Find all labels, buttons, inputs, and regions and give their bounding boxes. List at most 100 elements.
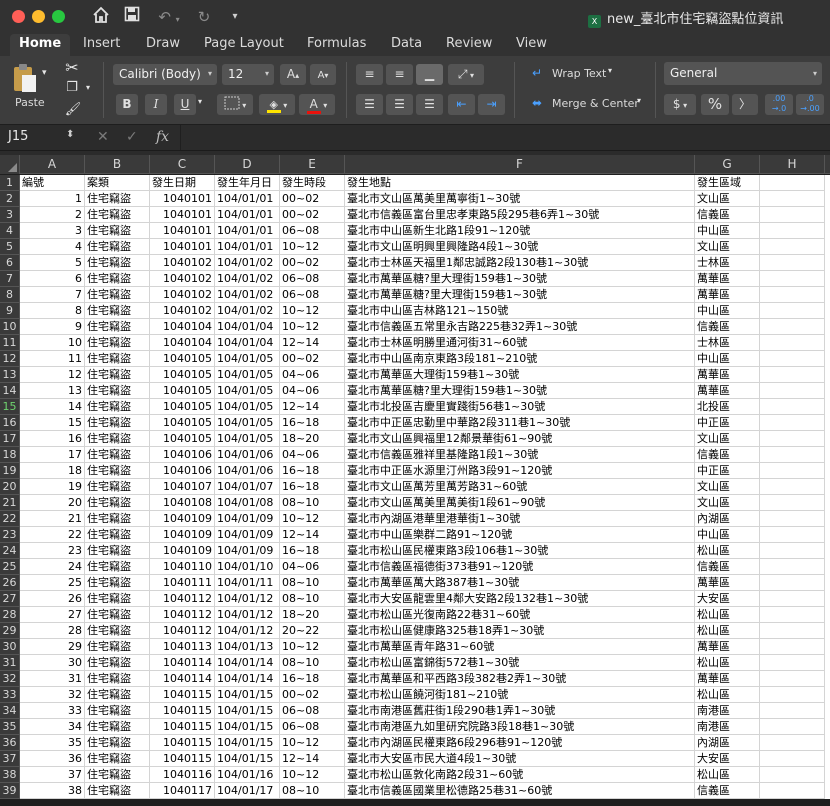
row-header[interactable]: 37 [0, 751, 20, 767]
tab-data[interactable]: Data [382, 34, 431, 56]
row-header[interactable]: 21 [0, 495, 20, 511]
cell-ymd[interactable]: 104/01/02 [215, 287, 280, 303]
cell-district[interactable]: 信義區 [695, 319, 760, 335]
cell-date[interactable]: 1040101 [150, 191, 215, 207]
row-header[interactable]: 31 [0, 655, 20, 671]
cell-district[interactable]: 南港區 [695, 719, 760, 735]
row-header[interactable]: 3 [0, 207, 20, 223]
cell-empty[interactable] [760, 719, 825, 735]
cell-id[interactable]: 23 [20, 543, 85, 559]
cell-date[interactable]: 1040104 [150, 319, 215, 335]
bold-button[interactable]: B [116, 94, 138, 115]
row-header[interactable]: 7 [0, 271, 20, 287]
wrap-text-button[interactable]: Wrap Text [552, 67, 606, 80]
cell-ymd[interactable]: 104/01/14 [215, 655, 280, 671]
cell-case-type[interactable]: 住宅竊盜 [85, 527, 150, 543]
cell-district[interactable]: 中正區 [695, 463, 760, 479]
cell-district[interactable]: 萬華區 [695, 383, 760, 399]
row-header[interactable]: 9 [0, 303, 20, 319]
cell-location[interactable]: 臺北市士林區天福里1鄰忠誠路2段130巷1~30號 [345, 255, 695, 271]
cell-district[interactable]: 中正區 [695, 415, 760, 431]
row-header[interactable]: 36 [0, 735, 20, 751]
cell-location[interactable]: 臺北市中山區樂群二路91~120號 [345, 527, 695, 543]
cell-id[interactable]: 33 [20, 703, 85, 719]
cell-time-slot[interactable]: 10~12 [280, 767, 345, 783]
cell-id[interactable]: 15 [20, 415, 85, 431]
cell-district[interactable]: 信義區 [695, 207, 760, 223]
cell-district[interactable]: 士林區 [695, 255, 760, 271]
cell-case-type[interactable]: 住宅竊盜 [85, 767, 150, 783]
cell-time-slot[interactable]: 06~08 [280, 287, 345, 303]
tab-home[interactable]: Home [10, 34, 71, 56]
cell-case-type[interactable]: 住宅竊盜 [85, 591, 150, 607]
cell-location[interactable]: 臺北市中正區水源里汀州路3段91~120號 [345, 463, 695, 479]
cell-case-type[interactable]: 住宅竊盜 [85, 671, 150, 687]
cell-location[interactable]: 臺北市中山區南京東路3段181~210號 [345, 351, 695, 367]
cell-empty[interactable] [760, 239, 825, 255]
row-header[interactable]: 13 [0, 367, 20, 383]
cell-location[interactable]: 臺北市文山區萬芳里萬芳路31~60號 [345, 479, 695, 495]
cell-date[interactable]: 1040112 [150, 591, 215, 607]
cell-ymd[interactable]: 發生年月日 [215, 175, 280, 191]
cell-empty[interactable] [760, 543, 825, 559]
merge-center-dropdown-icon[interactable]: ▾ [637, 96, 641, 105]
cell-location[interactable]: 臺北市萬華區糖?里大理街159巷1~30號 [345, 383, 695, 399]
cell-ymd[interactable]: 104/01/05 [215, 383, 280, 399]
cell-case-type[interactable]: 住宅竊盜 [85, 207, 150, 223]
increase-indent-button[interactable]: ⇥ [478, 94, 505, 115]
row-header[interactable]: 30 [0, 639, 20, 655]
cell-ymd[interactable]: 104/01/15 [215, 703, 280, 719]
font-color-button[interactable]: A ▾ [299, 94, 335, 115]
cell-empty[interactable] [760, 255, 825, 271]
cell-ymd[interactable]: 104/01/05 [215, 351, 280, 367]
cell-empty[interactable] [760, 751, 825, 767]
cell-location[interactable]: 臺北市中山區吉林路121~150號 [345, 303, 695, 319]
cell-ymd[interactable]: 104/01/15 [215, 751, 280, 767]
row-header[interactable]: 38 [0, 767, 20, 783]
cell-ymd[interactable]: 104/01/02 [215, 255, 280, 271]
cell-case-type[interactable]: 住宅竊盜 [85, 623, 150, 639]
cell-ymd[interactable]: 104/01/04 [215, 319, 280, 335]
cell-district[interactable]: 松山區 [695, 655, 760, 671]
cell-date[interactable]: 1040115 [150, 703, 215, 719]
home-icon[interactable] [90, 6, 112, 28]
cell-date[interactable]: 1040113 [150, 639, 215, 655]
cell-time-slot[interactable]: 10~12 [280, 639, 345, 655]
cell-case-type[interactable]: 住宅竊盜 [85, 703, 150, 719]
column-header-e[interactable]: E [280, 155, 345, 174]
row-header[interactable]: 20 [0, 479, 20, 495]
redo-icon[interactable]: ↻ [194, 6, 214, 28]
number-format-dropdown[interactable]: General ▾ [664, 62, 822, 85]
cell-location[interactable]: 臺北市文山區興福里12鄰景華街61~90號 [345, 431, 695, 447]
cell-time-slot[interactable]: 04~06 [280, 447, 345, 463]
cell-date[interactable]: 1040104 [150, 335, 215, 351]
cell-id[interactable]: 18 [20, 463, 85, 479]
cell-date[interactable]: 1040116 [150, 767, 215, 783]
decrease-font-size-button[interactable]: A▾ [310, 64, 336, 85]
cell-date[interactable]: 1040115 [150, 735, 215, 751]
column-header-d[interactable]: D [215, 155, 280, 174]
merge-center-button[interactable]: Merge & Center [552, 97, 639, 110]
cell-id[interactable]: 14 [20, 399, 85, 415]
italic-button[interactable]: I [145, 94, 167, 115]
cell-district[interactable]: 萬華區 [695, 671, 760, 687]
cell-empty[interactable] [760, 175, 825, 191]
tab-draw[interactable]: Draw [137, 34, 189, 56]
cell-case-type[interactable]: 住宅竊盜 [85, 783, 150, 799]
align-left-button[interactable]: ☰ [356, 94, 383, 115]
cell-id[interactable]: 19 [20, 479, 85, 495]
cell-time-slot[interactable]: 00~02 [280, 687, 345, 703]
cell-district[interactable]: 信義區 [695, 447, 760, 463]
cell-id[interactable]: 26 [20, 591, 85, 607]
cell-location[interactable]: 臺北市萬華區大理街159巷1~30號 [345, 367, 695, 383]
cell-time-slot[interactable]: 18~20 [280, 607, 345, 623]
cell-time-slot[interactable]: 06~08 [280, 719, 345, 735]
cell-ymd[interactable]: 104/01/05 [215, 399, 280, 415]
cell-date[interactable]: 1040115 [150, 687, 215, 703]
paste-icon[interactable] [10, 62, 40, 94]
cell-location[interactable]: 臺北市南港區舊莊街1段290巷1弄1~30號 [345, 703, 695, 719]
cell-case-type[interactable]: 住宅竊盜 [85, 271, 150, 287]
cell-district[interactable]: 松山區 [695, 607, 760, 623]
cell-date[interactable]: 1040114 [150, 655, 215, 671]
underline-dropdown-icon[interactable]: ▾ [198, 97, 202, 106]
